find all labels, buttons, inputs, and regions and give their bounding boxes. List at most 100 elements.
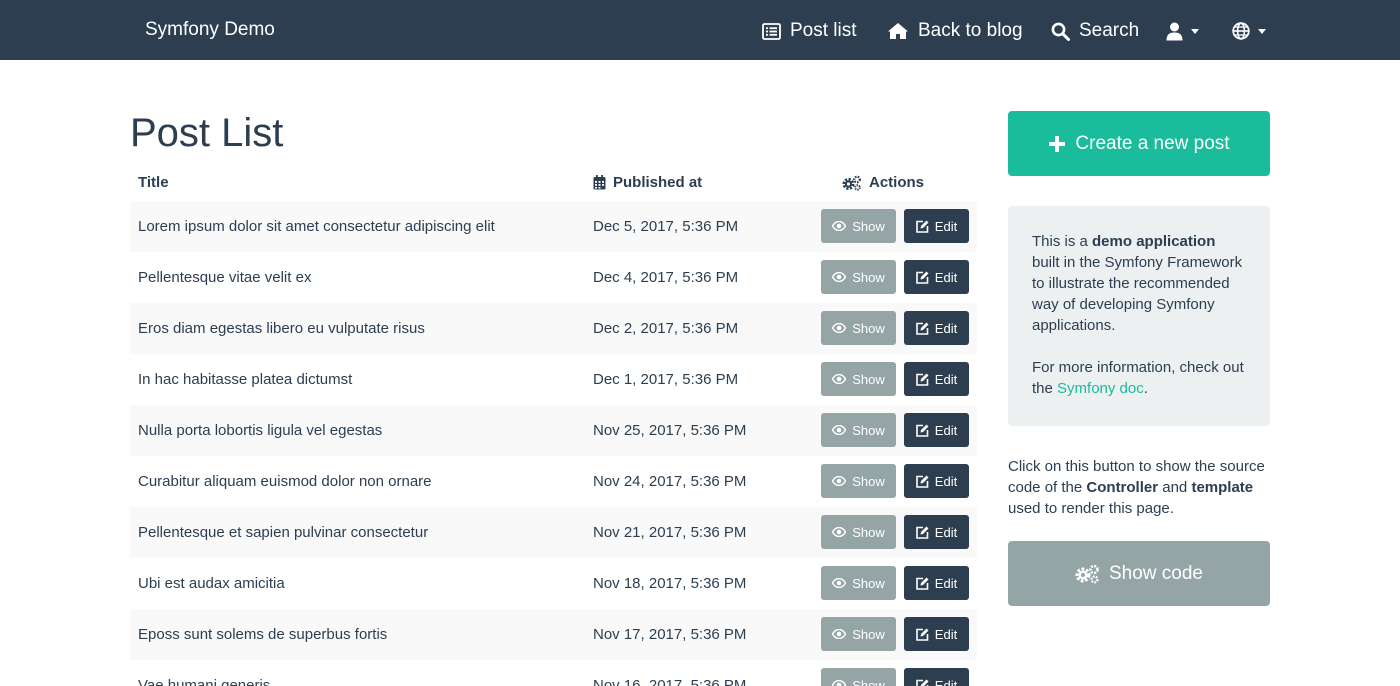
eye-icon: [832, 680, 847, 686]
edit-icon: [915, 679, 929, 686]
edit-button[interactable]: Edit: [904, 311, 969, 345]
edit-button[interactable]: Edit: [904, 464, 969, 498]
edit-button-label: Edit: [934, 626, 958, 642]
info-paragraph: For more information, check out the Symf…: [1032, 357, 1246, 399]
edit-button[interactable]: Edit: [904, 413, 969, 447]
edit-button[interactable]: Edit: [904, 566, 969, 600]
calendar-icon: [593, 175, 606, 190]
edit-button-label: Edit: [934, 677, 958, 686]
edit-button[interactable]: Edit: [904, 668, 969, 686]
edit-button-label: Edit: [934, 422, 958, 438]
post-title: Eposs sunt solems de superbus fortis: [138, 626, 388, 643]
create-post-button[interactable]: Create a new post: [1008, 111, 1270, 176]
brand-link[interactable]: Symfony Demo: [145, 19, 275, 41]
edit-button-label: Edit: [934, 473, 958, 489]
show-button-label: Show: [852, 320, 885, 336]
post-title: In hac habitasse platea dictumst: [138, 371, 353, 388]
user-menu-toggle[interactable]: [1166, 18, 1199, 44]
symfony-doc-link[interactable]: Symfony doc: [1057, 380, 1144, 397]
edit-button[interactable]: Edit: [904, 209, 969, 243]
table-row: In hac habitasse platea dictumst Dec 1, …: [130, 354, 977, 405]
eye-icon: [832, 374, 847, 384]
post-title: Curabitur aliquam euismod dolor non orna…: [138, 473, 432, 490]
code-note-text: and: [1158, 479, 1192, 496]
show-button[interactable]: Show: [821, 617, 896, 651]
post-date: Dec 2, 2017, 5:36 PM: [593, 320, 739, 337]
show-button[interactable]: Show: [821, 566, 896, 600]
eye-icon: [832, 272, 847, 282]
post-date: Dec 4, 2017, 5:36 PM: [593, 269, 739, 286]
edit-button-label: Edit: [934, 524, 958, 540]
create-post-label: Create a new post: [1075, 132, 1230, 154]
nav-back-to-blog[interactable]: Back to blog: [887, 18, 1023, 44]
table-row: Nulla porta lobortis ligula vel egestas …: [130, 405, 977, 456]
info-text: This is a: [1032, 233, 1093, 250]
edit-icon: [915, 271, 929, 284]
nav-post-list[interactable]: Post list: [762, 18, 857, 44]
home-icon: [888, 23, 908, 39]
post-title: Eros diam egestas libero eu vulputate ri…: [138, 320, 425, 337]
eye-icon: [832, 629, 847, 639]
column-header-actions: Actions: [842, 174, 924, 191]
show-button[interactable]: Show: [821, 464, 896, 498]
column-header-actions-label: Actions: [869, 174, 925, 191]
info-box: This is a demo application built in the …: [1008, 206, 1270, 426]
post-date: Nov 17, 2017, 5:36 PM: [593, 626, 747, 643]
post-title: Pellentesque vitae velit ex: [138, 269, 312, 286]
post-date: Dec 1, 2017, 5:36 PM: [593, 371, 739, 388]
show-button[interactable]: Show: [821, 260, 896, 294]
code-note-text: used to render this page.: [1008, 500, 1174, 517]
info-bold-text: demo application: [1092, 233, 1216, 250]
globe-icon: [1232, 22, 1250, 40]
table-header: Title Published at Actions: [130, 170, 977, 196]
eye-icon: [832, 527, 847, 537]
post-title: Lorem ipsum dolor sit amet consectetur a…: [138, 218, 495, 235]
eye-icon: [832, 425, 847, 435]
show-button[interactable]: Show: [821, 515, 896, 549]
user-icon: [1166, 22, 1183, 40]
table-row: Pellentesque vitae velit ex Dec 4, 2017,…: [130, 252, 977, 303]
show-button[interactable]: Show: [821, 362, 896, 396]
post-title: Pellentesque et sapien pulvinar consecte…: [138, 524, 429, 541]
edit-icon: [915, 475, 929, 488]
show-button-label: Show: [852, 422, 885, 438]
table-row: Eros diam egestas libero eu vulputate ri…: [130, 303, 977, 354]
code-note: Click on this button to show the source …: [1008, 456, 1270, 519]
show-button-label: Show: [852, 473, 885, 489]
language-menu-toggle[interactable]: [1232, 18, 1266, 44]
chevron-down-icon: [1258, 28, 1266, 34]
show-button-label: Show: [852, 269, 885, 285]
table-row: Ubi est audax amicitia Nov 18, 2017, 5:3…: [130, 558, 977, 609]
edit-icon: [915, 424, 929, 437]
nav-search[interactable]: Search: [1051, 18, 1139, 44]
post-date: Nov 24, 2017, 5:36 PM: [593, 473, 747, 490]
edit-button[interactable]: Edit: [904, 362, 969, 396]
chevron-down-icon: [1191, 28, 1199, 34]
show-button[interactable]: Show: [821, 668, 896, 686]
show-button[interactable]: Show: [821, 209, 896, 243]
show-button-label: Show: [852, 371, 885, 387]
nav-search-label: Search: [1079, 20, 1140, 41]
edit-icon: [915, 526, 929, 539]
post-title: Nulla porta lobortis ligula vel egestas: [138, 422, 383, 439]
show-button[interactable]: Show: [821, 311, 896, 345]
post-title: Vae humani generis: [138, 677, 271, 686]
cogs-icon: [1075, 564, 1099, 584]
show-code-button[interactable]: Show code: [1008, 541, 1270, 606]
eye-icon: [832, 221, 847, 231]
column-header-published: Published at: [593, 174, 702, 191]
edit-button-label: Edit: [934, 575, 958, 591]
show-button[interactable]: Show: [821, 413, 896, 447]
edit-button[interactable]: Edit: [904, 617, 969, 651]
edit-icon: [915, 220, 929, 233]
edit-button[interactable]: Edit: [904, 260, 969, 294]
code-note-bold: template: [1191, 479, 1254, 496]
edit-button-label: Edit: [934, 371, 958, 387]
edit-button-label: Edit: [934, 218, 958, 234]
plus-icon: [1049, 135, 1066, 152]
column-header-title: Title: [138, 174, 169, 191]
show-button-label: Show: [852, 626, 885, 642]
post-title: Ubi est audax amicitia: [138, 575, 285, 592]
edit-button[interactable]: Edit: [904, 515, 969, 549]
post-date: Nov 18, 2017, 5:36 PM: [593, 575, 747, 592]
